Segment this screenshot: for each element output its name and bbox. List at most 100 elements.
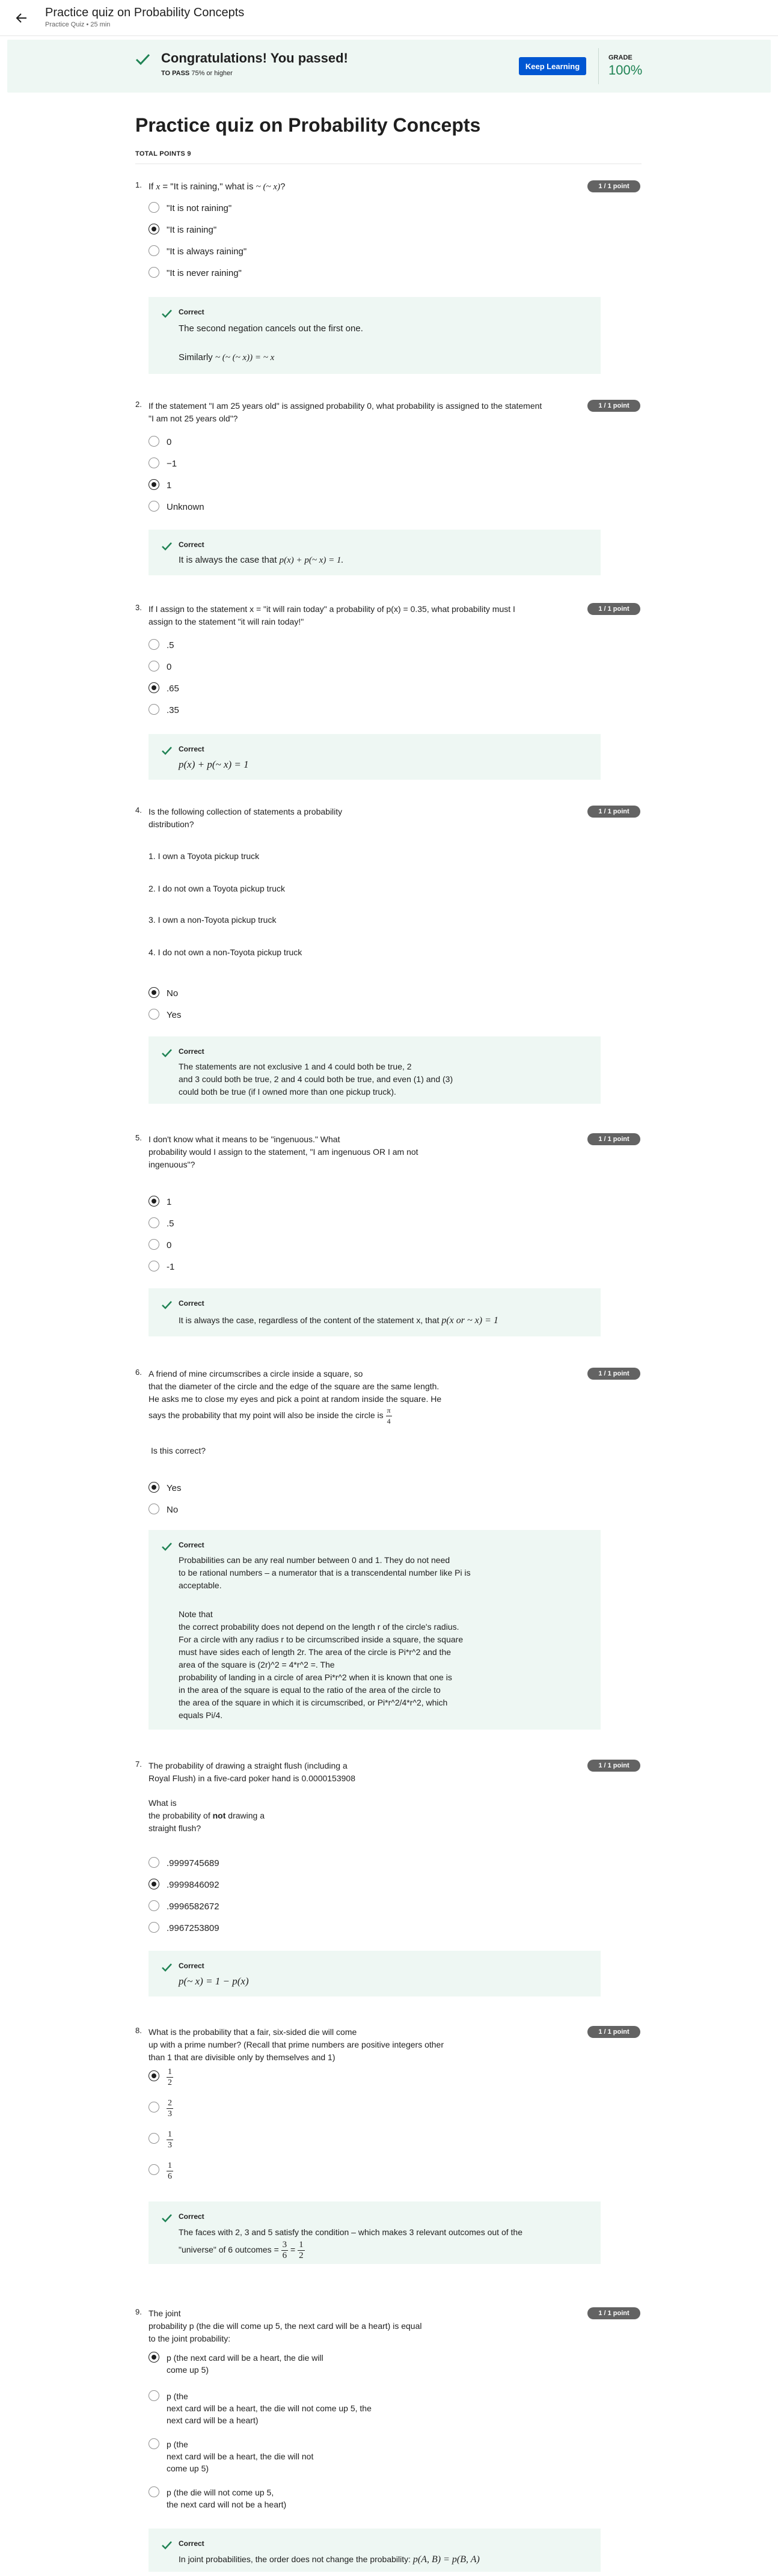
radio-button-selected[interactable] (149, 2352, 159, 2363)
points-badge: 1 / 1 point (587, 400, 640, 412)
grade-label: GRADE (608, 54, 633, 61)
points-badge: 1 / 1 point (587, 1368, 640, 1380)
feedback-title: Correct (179, 2212, 204, 2221)
radio-button[interactable] (149, 1922, 159, 1933)
question-text: What is the probability of not drawing as… (149, 1798, 265, 1833)
question-4: 4. Is the following collection of statem… (135, 806, 646, 1106)
feedback-correct: Correct The faces with 2, 3 and 5 satisf… (149, 2201, 601, 2264)
total-points: TOTAL POINTS 9 (135, 150, 191, 158)
radio-button-selected[interactable] (149, 1879, 159, 1889)
to-pass-text: TO PASS 75% or higher (161, 70, 233, 77)
feedback-text: Similarly ~ (~ (~ x)) = ~ x (179, 352, 275, 363)
radio-button[interactable] (149, 1857, 159, 1868)
feedback-correct: Correct Probabilities can be any real nu… (149, 1530, 601, 1730)
top-bar: Practice quiz on Probability Concepts Pr… (0, 0, 778, 36)
feedback-title: Correct (179, 745, 204, 753)
feedback-title: Correct (179, 1047, 204, 1056)
feedback-title: Correct (179, 1541, 204, 1549)
radio-button[interactable] (149, 661, 159, 672)
radio-button[interactable] (149, 1504, 159, 1514)
radio-button-selected[interactable] (149, 987, 159, 998)
question-text: The probability of drawing a straight fl… (149, 1761, 355, 1783)
checkmark-icon (162, 1963, 172, 1972)
feedback-correct: Correct In joint probabilities, the orde… (149, 2529, 601, 2572)
feedback-title: Correct (179, 1299, 204, 1308)
radio-button[interactable] (149, 1261, 159, 1271)
radio-button[interactable] (149, 2438, 159, 2449)
feedback-title: Correct (179, 540, 204, 549)
feedback-math: p(x) + p(~ x) = 1 (179, 759, 249, 770)
checkmark-icon (162, 1301, 172, 1309)
radio-button[interactable] (149, 2133, 159, 2144)
radio-button[interactable] (149, 639, 159, 650)
question-number: 1. (135, 180, 142, 189)
statement-item: 2. I do not own a Toyota pickup truck (149, 884, 285, 893)
radio-button-selected[interactable] (149, 1482, 159, 1493)
question-number: 9. (135, 2307, 142, 2316)
radio-button[interactable] (149, 704, 159, 715)
radio-button[interactable] (149, 1009, 159, 1020)
points-badge: 1 / 1 point (587, 1133, 640, 1145)
feedback-correct: Correct p(x) + p(~ x) = 1 (149, 734, 601, 780)
question-5: 5. I don't know what it means to be "ing… (135, 1133, 646, 1336)
feedback-title: Correct (179, 1962, 204, 1970)
question-number: 8. (135, 2026, 142, 2035)
banner-title: Congratulations! You passed! (161, 50, 348, 66)
feedback-text: Probabilities can be any real number bet… (179, 1555, 471, 1590)
checkmark-icon (162, 747, 172, 755)
statement-item: 1. I own a Toyota pickup truck (149, 851, 260, 861)
checkmark-icon (162, 1543, 172, 1551)
question-number: 5. (135, 1133, 142, 1142)
feedback-title: Correct (179, 308, 204, 316)
radio-button[interactable] (149, 2102, 159, 2113)
question-7: 7. The probability of drawing a straight… (135, 1760, 646, 2012)
radio-button-selected[interactable] (149, 224, 159, 234)
radio-button-selected[interactable] (149, 1196, 159, 1207)
feedback-title: Correct (179, 2539, 204, 2548)
radio-button-selected[interactable] (149, 682, 159, 693)
radio-button[interactable] (149, 2486, 159, 2497)
feedback-text: In joint probabilities, the order does n… (179, 2554, 480, 2565)
radio-button[interactable] (149, 1239, 159, 1250)
feedback-text: It is always the case that p(x) + p(~ x)… (179, 555, 344, 565)
checkmark-icon (162, 1049, 172, 1057)
radio-button[interactable] (149, 1217, 159, 1228)
radio-button[interactable] (149, 2390, 159, 2401)
radio-button[interactable] (149, 501, 159, 512)
points-badge: 1 / 1 point (587, 1760, 640, 1772)
feedback-text: The faces with 2, 3 and 5 satisfy the co… (179, 2227, 522, 2237)
points-badge: 1 / 1 point (587, 180, 640, 192)
feedback-text: The statements are not exclusive 1 and 4… (179, 1062, 453, 1097)
grade-value: 100% (608, 63, 643, 78)
points-badge: 1 / 1 point (587, 806, 640, 818)
question-number: 3. (135, 603, 142, 612)
radio-button[interactable] (149, 267, 159, 278)
radio-button-selected[interactable] (149, 2070, 159, 2081)
feedback-text: It is always the case, regardless of the… (179, 1315, 498, 1326)
question-number: 7. (135, 1760, 142, 1769)
question-text: If the statement "I am 25 years old" is … (149, 401, 542, 423)
radio-button[interactable] (149, 436, 159, 447)
radio-button-selected[interactable] (149, 479, 159, 490)
radio-button[interactable] (149, 457, 159, 468)
feedback-text: "universe" of 6 outcomes = 36 = 12 (179, 2240, 305, 2260)
radio-button[interactable] (149, 2164, 159, 2175)
question-1: 1. If x = "It is raining," what is ~ (~ … (135, 180, 646, 379)
feedback-correct: Correct It is always the case, regardles… (149, 1288, 601, 1336)
question-followup: Is this correct? (151, 1446, 206, 1455)
radio-button[interactable] (149, 245, 159, 256)
keep-learning-button[interactable]: Keep Learning (519, 57, 586, 75)
radio-button[interactable] (149, 1900, 159, 1911)
points-badge: 1 / 1 point (587, 603, 640, 615)
back-arrow-icon[interactable] (13, 10, 30, 26)
question-2: 2. If the statement "I am 25 years old" … (135, 400, 646, 580)
radio-button[interactable] (149, 202, 159, 213)
question-text: Is the following collection of statement… (149, 807, 343, 829)
statement-item: 3. I own a non-Toyota pickup truck (149, 915, 277, 925)
checkmark-icon (162, 310, 172, 318)
checkmark-icon (162, 542, 172, 551)
points-badge: 1 / 1 point (587, 2307, 640, 2319)
points-badge: 1 / 1 point (587, 2026, 640, 2038)
quiz-title: Practice quiz on Probability Concepts (135, 114, 481, 136)
header-subtitle: Practice Quiz • 25 min (45, 21, 111, 28)
